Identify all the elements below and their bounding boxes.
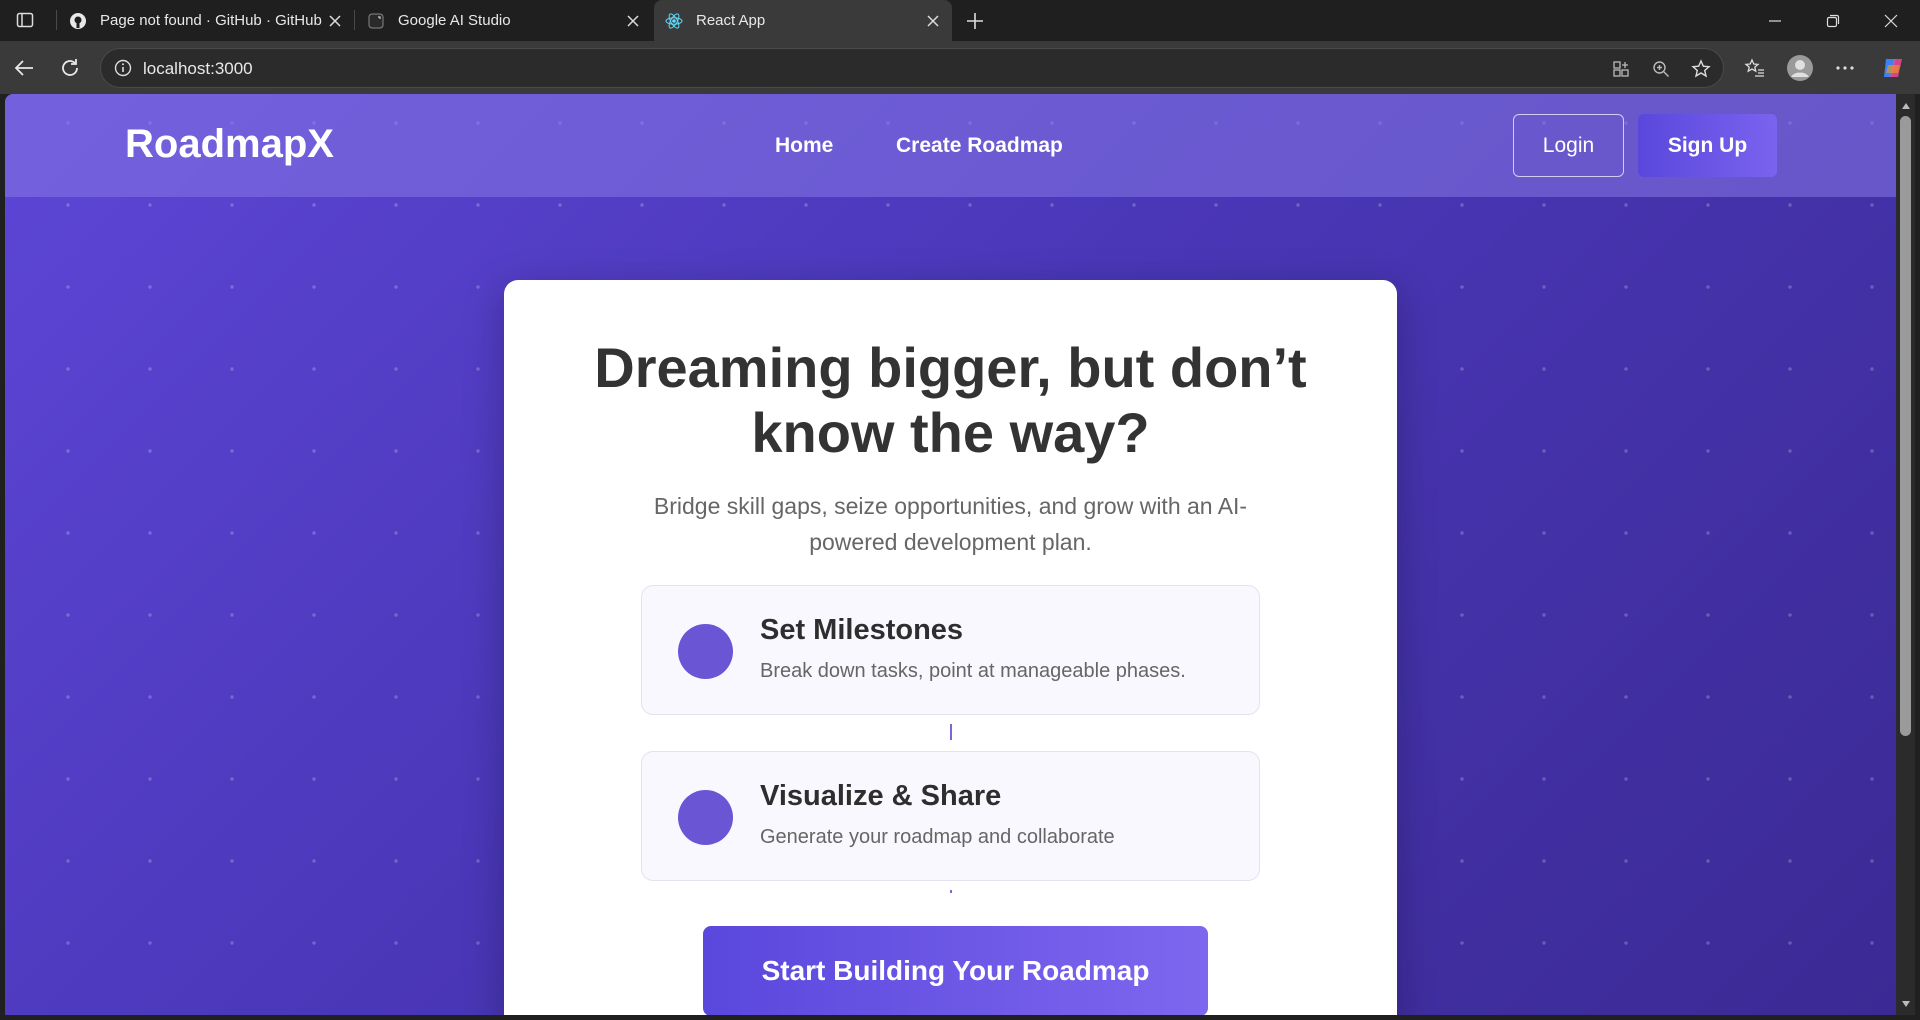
feature-description: Break down tasks, point at manageable ph…	[760, 660, 1186, 682]
reload-icon[interactable]	[55, 53, 85, 83]
browser-toolbar: localhost:3000	[0, 41, 1920, 94]
timeline-connector	[950, 724, 952, 740]
address-url: localhost:3000	[143, 59, 253, 78]
restore-icon[interactable]	[1810, 6, 1856, 36]
site-navbar: RoadmapX Home Create Roadmap Login Sign …	[5, 94, 1896, 197]
hero-subtitle: Bridge skill gaps, seize opportunities, …	[653, 493, 1248, 555]
hero-title: Dreaming bigger, but don’t know the way?	[594, 336, 1307, 464]
feature-description: Generate your roadmap and collaborate	[760, 826, 1115, 848]
more-options-icon[interactable]	[1830, 53, 1860, 83]
login-button[interactable]: Login	[1513, 114, 1624, 177]
ai-studio-icon	[366, 11, 386, 31]
feature-card-milestones: Set Milestones Break down tasks, point a…	[641, 585, 1260, 715]
scrollbar-thumb[interactable]	[1900, 116, 1911, 736]
favorites-list-icon[interactable]	[1740, 53, 1770, 83]
close-window-icon[interactable]	[1868, 6, 1914, 36]
scroll-up-arrow-icon[interactable]	[1899, 99, 1912, 112]
back-arrow-icon[interactable]	[9, 53, 39, 83]
tab-ai-studio[interactable]: Google AI Studio	[356, 0, 652, 41]
tab-separator	[56, 10, 57, 30]
address-bar[interactable]: localhost:3000	[100, 48, 1724, 88]
minimize-icon[interactable]	[1752, 6, 1798, 36]
tab-title: Google AI Studio	[398, 12, 511, 29]
page-scrollbar[interactable]	[1896, 94, 1915, 1015]
nav-link-create-roadmap[interactable]: Create Roadmap	[896, 134, 1063, 158]
tab-title: Page not found · GitHub · GitHub	[100, 12, 322, 29]
feature-title: Visualize & Share	[760, 780, 1002, 812]
github-icon	[68, 11, 88, 31]
close-tab-icon[interactable]	[324, 10, 346, 32]
hero-card: Dreaming bigger, but don’t know the way?…	[504, 280, 1397, 1015]
app-available-icon[interactable]	[1609, 57, 1633, 81]
tab-github[interactable]: Page not found · GitHub · GitHub	[58, 0, 354, 41]
nav-link-home[interactable]: Home	[775, 134, 833, 158]
favorite-star-icon[interactable]	[1689, 57, 1713, 81]
zoom-icon[interactable]	[1649, 57, 1673, 81]
start-building-button[interactable]: Start Building Your Roadmap	[703, 926, 1208, 1015]
site-info-icon[interactable]	[113, 58, 133, 78]
tab-title: React App	[696, 12, 766, 29]
new-tab-icon[interactable]	[962, 8, 988, 34]
react-icon	[664, 11, 684, 31]
site-logo[interactable]: RoadmapX	[125, 122, 334, 167]
feature-title: Set Milestones	[760, 614, 964, 646]
tab-react-app[interactable]: React App	[654, 0, 952, 41]
milestone-dot-icon	[678, 790, 733, 845]
browser-tab-strip: Page not found · GitHub · GitHub Google …	[0, 0, 1920, 41]
page-viewport: RoadmapX Home Create Roadmap Login Sign …	[5, 94, 1896, 1015]
scroll-down-arrow-icon[interactable]	[1899, 997, 1912, 1010]
copilot-icon[interactable]	[1878, 53, 1908, 83]
profile-avatar-icon[interactable]	[1785, 53, 1815, 83]
signup-button[interactable]: Sign Up	[1638, 114, 1777, 177]
close-tab-icon[interactable]	[922, 10, 944, 32]
timeline-connector	[950, 890, 952, 893]
tab-actions-icon[interactable]	[10, 8, 40, 32]
close-tab-icon[interactable]	[622, 10, 644, 32]
tab-separator	[354, 10, 355, 30]
feature-card-visualize: Visualize & Share Generate your roadmap …	[641, 751, 1260, 881]
milestone-dot-icon	[678, 624, 733, 679]
